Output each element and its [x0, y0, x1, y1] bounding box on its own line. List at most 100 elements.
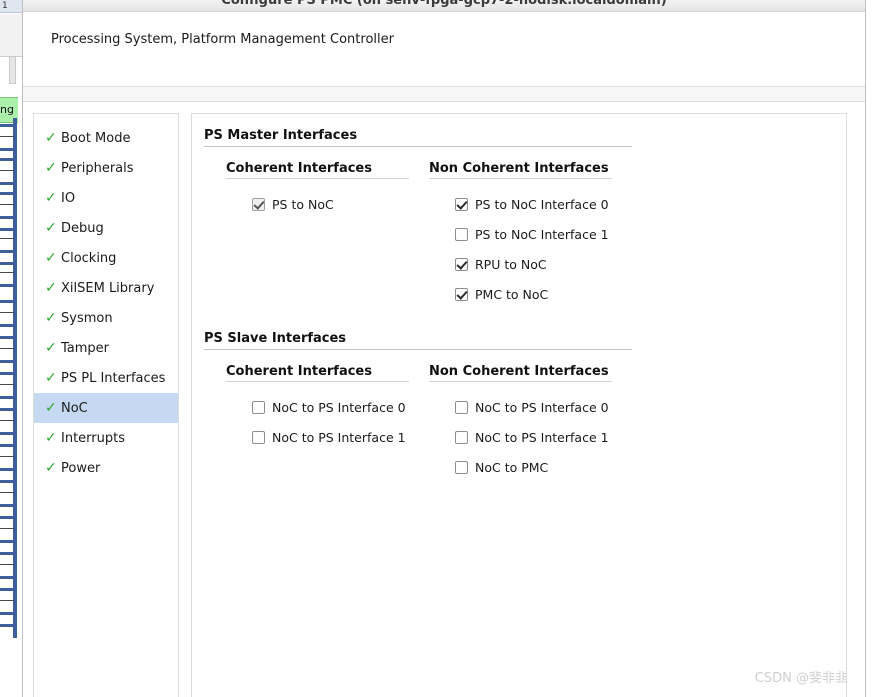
checkbox-checked-icon[interactable] [455, 288, 468, 301]
background-diagram-port-tick [0, 612, 13, 615]
checkbox-checked-icon[interactable] [252, 198, 265, 211]
section-ps-slave-interfaces: PS Slave Interfaces Coherent Interfaces No… [204, 331, 846, 482]
background-diagram-port-tick [0, 576, 13, 579]
column-non-coherent-interfaces: Non Coherent InterfacesNoC to PS Interfa… [429, 364, 632, 482]
background-diagram-port-tick [0, 192, 13, 195]
checkbox-label: RPU to NoC [475, 257, 547, 272]
sidebar-item-label: Power [61, 461, 100, 476]
background-diagram-port-tick [0, 204, 14, 205]
background-diagram-port-tick [0, 588, 13, 591]
configured-check-icon: ✓ [45, 431, 61, 445]
sidebar-item-peripherals[interactable]: ✓Peripherals [34, 153, 178, 183]
section-columns: Coherent Interfaces NoC to PS Interface 0… [204, 364, 846, 482]
checkbox-checked-icon[interactable] [455, 198, 468, 211]
background-diagram-port-tick [0, 384, 14, 385]
background-diagram-port-tick [0, 312, 14, 313]
column-title: Non Coherent Interfaces [429, 161, 612, 179]
section-title: PS Master Interfaces [204, 128, 632, 147]
sidebar-item-label: PS PL Interfaces [61, 371, 165, 386]
sidebar-item-label: IO [61, 191, 75, 206]
checkbox-unchecked-icon[interactable] [455, 431, 468, 444]
background-diagram-port-tick [0, 124, 13, 127]
column-title: Coherent Interfaces [226, 161, 409, 179]
checkbox-rpu-to-noc[interactable]: RPU to NoC [429, 249, 632, 279]
sidebar-item-power[interactable]: ✓Power [34, 453, 178, 483]
sidebar-item-sysmon[interactable]: ✓Sysmon [34, 303, 178, 333]
background-diagram-port-tick [0, 182, 13, 185]
sidebar-item-tamper[interactable]: ✓Tamper [34, 333, 178, 363]
background-diagram-port-tick [0, 216, 13, 219]
checkbox-noc-to-pmc[interactable]: NoC to PMC [429, 452, 632, 482]
background-window-toolbar [0, 14, 22, 57]
background-diagram-port-tick [0, 238, 14, 239]
checkbox-unchecked-icon[interactable] [455, 401, 468, 414]
configured-check-icon: ✓ [45, 311, 61, 325]
background-diagram-port-tick [0, 324, 13, 327]
checkbox-ps-to-noc-interface-0[interactable]: PS to NoC Interface 0 [429, 189, 632, 219]
sidebar-item-noc[interactable]: ✓NoC [34, 393, 178, 423]
dialog-titlebar[interactable]: Configure PS PMC (on senv-fpga-gcp7-2-no… [23, 0, 865, 12]
sidebar-item-xilsem-library[interactable]: ✓XilSEM Library [34, 273, 178, 303]
dialog-subtitle: Processing System, Platform Management C… [51, 32, 865, 48]
background-window-scrollbar-thumb[interactable] [9, 56, 16, 84]
checkbox-unchecked-icon[interactable] [252, 401, 265, 414]
background-diagram-port-tick [0, 360, 13, 363]
sidebar-item-debug[interactable]: ✓Debug [34, 213, 178, 243]
noc-settings-panel: PS Master InterfacesCoherent InterfacesP… [191, 113, 847, 697]
configured-check-icon: ✓ [45, 251, 61, 265]
configured-check-icon: ✓ [45, 371, 61, 385]
background-diagram-port-tick [0, 228, 13, 231]
sidebar-item-boot-mode[interactable]: ✓Boot Mode [34, 123, 178, 153]
sidebar-item-io[interactable]: ✓IO [34, 183, 178, 213]
background-diagram-port-tick [0, 158, 13, 161]
section-ps-master-interfaces: PS Master Interfaces Coherent Interfaces P… [204, 128, 846, 309]
background-diagram-port-tick [0, 456, 14, 457]
dialog-body: ✓Boot Mode✓Peripherals✓IO✓Debug✓Clocking… [23, 102, 865, 697]
background-window-titlebar: 1 [0, 0, 22, 13]
background-diagram-port-tick [0, 396, 13, 399]
sidebar-item-label: Clocking [61, 251, 116, 266]
background-diagram-port-tick [0, 432, 13, 435]
sidebar-item-label: Interrupts [61, 431, 125, 446]
checkbox-label: PS to NoC Interface 1 [475, 227, 609, 242]
checkbox-noc-to-ps-interface-0[interactable]: NoC to PS Interface 0 [429, 392, 632, 422]
sidebar-item-interrupts[interactable]: ✓Interrupts [34, 423, 178, 453]
background-node-label: ng [0, 103, 14, 116]
dialog-header-separator [23, 86, 865, 102]
configured-check-icon: ✓ [45, 131, 61, 145]
checkbox-noc-to-ps-interface-1[interactable]: NoC to PS Interface 1 [226, 422, 429, 452]
background-diagram-port-tick [0, 348, 14, 349]
section-title: PS Slave Interfaces [204, 331, 632, 350]
background-diagram-port-tick [0, 516, 13, 519]
checkbox-unchecked-icon[interactable] [455, 461, 468, 474]
background-diagram-port-tick [0, 300, 13, 303]
background-diagram-port-tick [0, 420, 14, 421]
configured-check-icon: ✓ [45, 401, 61, 415]
configured-check-icon: ✓ [45, 281, 61, 295]
background-diagram-port-tick [0, 480, 13, 483]
column-title: Coherent Interfaces [226, 364, 409, 382]
column-coherent-interfaces: Coherent Interfaces PS to NoC [226, 161, 429, 309]
checkbox-unchecked-icon[interactable] [455, 228, 468, 241]
background-diagram-port-tick [0, 136, 14, 137]
sidebar-item-clocking[interactable]: ✓Clocking [34, 243, 178, 273]
checkbox-ps-to-noc-interface-1[interactable]: PS to NoC Interface 1 [429, 219, 632, 249]
configured-check-icon: ✓ [45, 461, 61, 475]
column-coherent-interfaces: Coherent Interfaces NoC to PS Interface 0… [226, 364, 429, 482]
background-diagram-port-tick [0, 148, 13, 151]
checkbox-checked-icon[interactable] [455, 258, 468, 271]
checkbox-ps-to-noc[interactable]: PS to NoC [226, 189, 429, 219]
checkbox-label: NoC to PS Interface 1 [475, 430, 609, 445]
checkbox-noc-to-ps-interface-0[interactable]: NoC to PS Interface 0 [226, 392, 429, 422]
section-gap [204, 313, 846, 331]
checkbox-label: PMC to NoC [475, 287, 548, 302]
configured-check-icon: ✓ [45, 221, 61, 235]
checkbox-noc-to-ps-interface-1[interactable]: NoC to PS Interface 1 [429, 422, 632, 452]
sidebar-item-ps-pl-interfaces[interactable]: ✓PS PL Interfaces [34, 363, 178, 393]
checkbox-pmc-to-noc[interactable]: PMC to NoC [429, 279, 632, 309]
background-window-corner-label: 1 [2, 1, 8, 11]
checkbox-unchecked-icon[interactable] [252, 431, 265, 444]
checkbox-label: NoC to PMC [475, 460, 548, 475]
background-diagram-port-tick [0, 624, 13, 627]
background-diagram-port-tick [0, 492, 14, 493]
